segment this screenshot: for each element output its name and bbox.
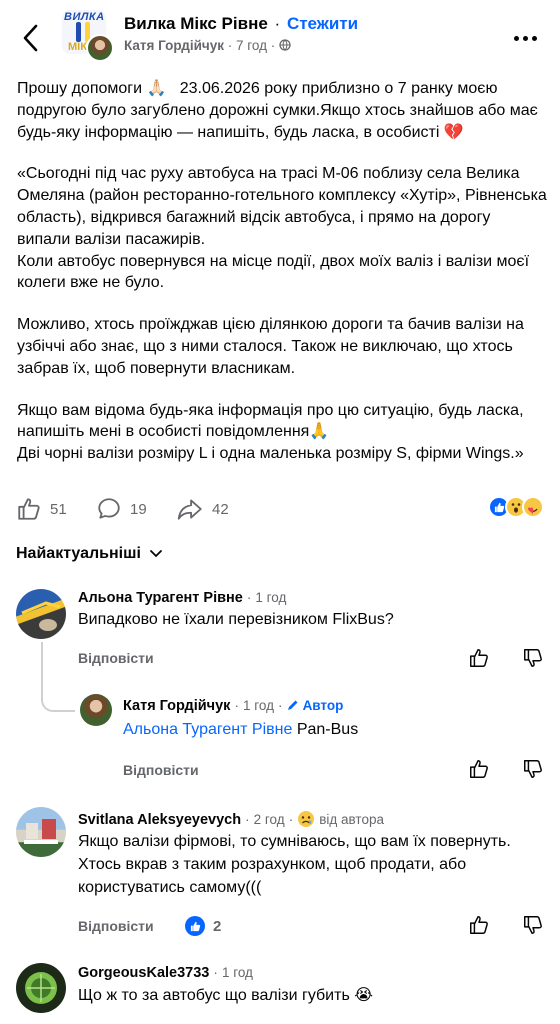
comment-text-body: Pan-Bus: [292, 721, 359, 738]
thumbs-down-icon[interactable]: [522, 914, 544, 936]
thumbs-up-icon: [18, 498, 40, 520]
mention-link[interactable]: Альона Турагент Рівне: [123, 721, 292, 738]
separator-dot: ·: [234, 698, 239, 713]
comment-bubble-icon: [98, 498, 120, 519]
comment-text: Випадково не їхали перевізником FlixBus?: [78, 611, 394, 628]
author-name[interactable]: Катя Гордійчук: [124, 38, 224, 53]
thumbs-up-icon[interactable]: [468, 914, 490, 936]
comment-time: 1 год: [255, 590, 287, 605]
post-actions: 51 19 42: [16, 494, 546, 524]
commenter-name: Svitlana Aleksyeyevych · 2 год · від авт…: [78, 810, 384, 828]
group-name-link[interactable]: Вилка Мікс Рівне: [124, 14, 268, 33]
separator-dot: ·: [227, 38, 233, 53]
commenter-name: GorgeousKale3733 · 1 год: [78, 965, 253, 981]
group-avatar[interactable]: ВИЛКА МІКС: [62, 10, 114, 62]
post-header: ВИЛКА МІКС Вилка Мікс Рівне · Стежити Ка…: [0, 0, 560, 72]
pencil-icon: [287, 700, 298, 710]
care-reaction-icon: [522, 496, 544, 518]
group-logo-text-top: ВИЛКА: [64, 11, 105, 23]
commenter-avatar[interactable]: [16, 807, 66, 857]
comment: GorgeousKale3733 · 1 год Що ж то за авто…: [0, 960, 560, 1024]
separator-dot: ·: [288, 812, 294, 827]
commenter-avatar[interactable]: [16, 589, 66, 639]
more-options-button[interactable]: [514, 30, 544, 46]
comment-like-number: 2: [213, 917, 222, 935]
like-button[interactable]: 51: [16, 496, 67, 522]
post-paragraph: Можливо, хтось проїжджав цією ділянкою д…: [17, 316, 529, 377]
commenter-name-link[interactable]: Альона Турагент Рівне: [78, 590, 243, 606]
commenter-avatar[interactable]: [80, 694, 112, 726]
comment-time: 1 год: [221, 965, 253, 980]
comment-text: Якщо валізи фірмові, то сумніваюсь, що в…: [78, 833, 511, 896]
comment-sort-dropdown[interactable]: Найактуальніші: [16, 545, 163, 563]
logo-bar-blue: [76, 22, 81, 42]
comments-count: 19: [130, 500, 147, 518]
dot-icon: [523, 35, 528, 41]
post-paragraph: «Сьогодні під час руху автобуса на трасі…: [17, 165, 547, 292]
back-button[interactable]: [14, 22, 46, 54]
likes-count: 51: [50, 500, 67, 518]
dot-icon: [514, 35, 519, 41]
thumbs-up-icon[interactable]: [468, 647, 490, 669]
comment: Альона Турагент Рівне · 1 год Випадково …: [0, 585, 560, 680]
separator-dot: ·: [246, 590, 252, 605]
thumbs-down-icon[interactable]: [522, 758, 544, 780]
commenter-name: Катя Гордійчук · 1 год · Автор: [123, 698, 343, 714]
separator-dot: ·: [245, 812, 250, 827]
thumbs-up-icon[interactable]: [468, 758, 490, 780]
comment-like-count[interactable]: 2: [185, 916, 221, 936]
post-time[interactable]: 7 год: [236, 38, 267, 53]
commenter-avatar[interactable]: [16, 963, 66, 1013]
comment-text: Альона Турагент Рівне Pan-Bus: [123, 718, 523, 741]
author-avatar-mini: [86, 34, 114, 62]
post-subline: Катя Гордійчук · 7 год ·: [124, 38, 291, 53]
post-paragraph: Якщо вам відома будь-яка інформація про …: [17, 401, 524, 463]
separator-dot: ·: [274, 14, 281, 33]
comment-vote: [468, 914, 544, 936]
shares-count: 42: [212, 500, 229, 518]
comment-time: 2 год: [253, 812, 285, 827]
reply-button[interactable]: Відповісти: [78, 918, 154, 934]
share-arrow-icon: [177, 499, 202, 520]
comment-text: Що ж то за автобус що валізи губить 😭: [78, 987, 373, 1004]
reactions-summary[interactable]: [488, 496, 544, 518]
separator-dot: ·: [270, 38, 276, 53]
share-button[interactable]: 42: [176, 496, 229, 522]
chevron-left-icon: [23, 24, 38, 52]
sort-label: Найактуальніші: [16, 545, 141, 562]
thumbs-down-icon[interactable]: [522, 647, 544, 669]
comment-vote: [468, 758, 544, 780]
commenter-name-link[interactable]: GorgeousKale3733: [78, 965, 209, 981]
comment-button[interactable]: 19: [96, 496, 147, 522]
dot-icon: [532, 35, 537, 41]
reply-button[interactable]: Відповісти: [78, 650, 154, 666]
follow-button[interactable]: Стежити: [287, 14, 358, 33]
chevron-down-icon: [150, 550, 162, 558]
group-title: Вилка Мікс Рівне · Стежити: [124, 14, 358, 34]
sad-face-icon: [298, 811, 315, 827]
reply-button[interactable]: Відповісти: [123, 762, 199, 778]
commenter-name: Альона Турагент Рівне · 1 год: [78, 590, 286, 606]
globe-icon: [279, 39, 291, 51]
comment: Svitlana Aleksyeyevych · 2 год · від авт…: [0, 805, 560, 945]
commenter-name-link[interactable]: Svitlana Aleksyeyevych: [78, 812, 241, 828]
post-paragraph: Прошу допомоги 🙏🏻 23.06.2026 року прибли…: [17, 80, 543, 141]
author-reaction-label: від автора: [319, 812, 384, 827]
comment-time: 1 год: [242, 698, 274, 713]
separator-dot: ·: [213, 965, 218, 980]
author-badge: Автор: [302, 698, 344, 713]
comment-reply: Катя Гордійчук · 1 год · Автор Альона Ту…: [0, 694, 560, 789]
post-body: Прошу допомоги 🙏🏻 23.06.2026 року прибли…: [17, 78, 547, 485]
separator-dot: ·: [278, 698, 283, 713]
comment-vote: [468, 647, 544, 669]
commenter-name-link[interactable]: Катя Гордійчук: [123, 698, 230, 714]
like-reaction-icon: [185, 916, 205, 936]
